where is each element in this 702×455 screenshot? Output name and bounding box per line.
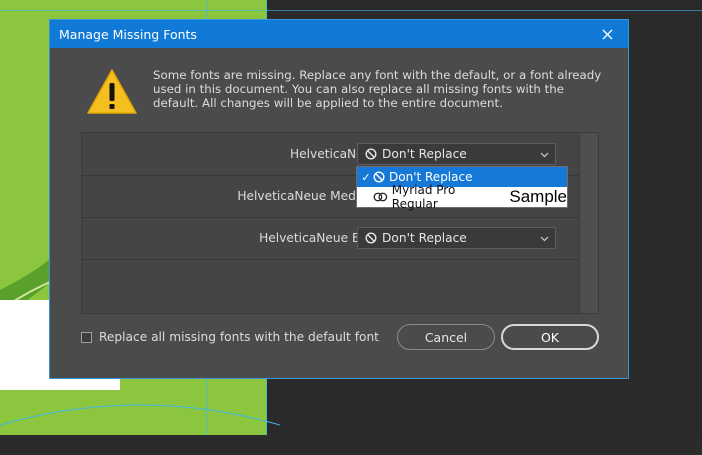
close-icon bbox=[602, 29, 612, 39]
replacement-font-dropdown: ✓ Don't Replace Myriad Pro Regular Sampl… bbox=[356, 166, 568, 211]
warning-icon bbox=[87, 69, 137, 114]
guide-horizontal bbox=[0, 10, 702, 11]
curve-guide bbox=[0, 404, 280, 426]
replacement-font-select[interactable]: Don't Replace bbox=[357, 143, 556, 165]
option-label: Myriad Pro Regular bbox=[391, 183, 456, 211]
cancel-button[interactable]: Cancel bbox=[397, 324, 495, 350]
font-sample-preview: Sample bbox=[509, 187, 567, 206]
chevron-down-icon bbox=[540, 152, 549, 158]
replace-all-label: Replace all missing fonts with the defau… bbox=[99, 330, 379, 344]
dialog-title: Manage Missing Fonts bbox=[59, 26, 197, 42]
no-replace-icon bbox=[365, 148, 377, 160]
creative-cloud-font-icon bbox=[373, 192, 388, 202]
list-scrollbar[interactable] bbox=[579, 133, 598, 313]
replace-all-option[interactable]: Replace all missing fonts with the defau… bbox=[81, 330, 379, 344]
chevron-down-icon bbox=[540, 236, 549, 242]
replace-all-checkbox[interactable] bbox=[81, 331, 92, 343]
replacement-font-select[interactable]: Don't Replace bbox=[357, 227, 556, 249]
select-value: Don't Replace bbox=[382, 231, 467, 245]
dropdown-option-myriad-pro[interactable]: Myriad Pro Regular Sample bbox=[357, 183, 567, 211]
no-replace-icon bbox=[373, 171, 385, 183]
checkmark-icon: ✓ bbox=[361, 170, 371, 184]
font-row: HelveticaNeue Bold: Don't Replace bbox=[82, 217, 581, 260]
select-value: Don't Replace bbox=[382, 147, 467, 161]
dialog-titlebar: Manage Missing Fonts bbox=[50, 20, 628, 48]
ok-button[interactable]: OK bbox=[501, 324, 599, 350]
option-label: Don't Replace bbox=[389, 170, 473, 184]
dialog-message: Some fonts are missing. Replace any font… bbox=[153, 68, 602, 110]
missing-fonts-list: HelveticaNeue: Don't Replace HelveticaNe… bbox=[81, 132, 599, 314]
no-replace-icon bbox=[365, 232, 377, 244]
close-button[interactable] bbox=[596, 23, 618, 45]
